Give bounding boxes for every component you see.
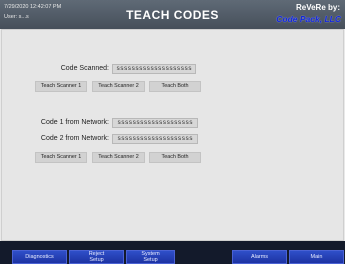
network-teach-scanner-2-button[interactable]: Teach Scanner 2 <box>92 152 145 163</box>
code1-network-field: ssssssssssssssssssss <box>112 118 198 128</box>
brand-logo: Code Pack, LLC <box>276 14 341 24</box>
brand-tagline: ReVeRe by: <box>295 3 340 12</box>
teach-scanner-2-button[interactable]: Teach Scanner 2 <box>92 81 145 92</box>
reject-setup-button[interactable]: Reject Setup <box>69 250 124 264</box>
alarms-button[interactable]: Alarms <box>232 250 287 264</box>
code2-network-field: ssssssssssssssssssss <box>112 134 198 144</box>
footer-nav-bar: Diagnostics Reject Setup System Setup Al… <box>0 241 345 264</box>
teach-both-button[interactable]: Teach Both <box>149 81 201 92</box>
main-panel: Code Scanned: ssssssssssssssssssss Teach… <box>1 29 344 241</box>
teach-scanner-1-button[interactable]: Teach Scanner 1 <box>35 81 87 92</box>
network-teach-scanner-1-button[interactable]: Teach Scanner 1 <box>35 152 87 163</box>
network-teach-both-button[interactable]: Teach Both <box>149 152 201 163</box>
diagnostics-button[interactable]: Diagnostics <box>12 250 67 264</box>
code2-network-label: Code 2 from Network: <box>40 135 109 142</box>
main-button[interactable]: Main <box>289 250 344 264</box>
system-setup-button[interactable]: System Setup <box>126 250 175 264</box>
code1-network-label: Code 1 from Network: <box>40 119 109 126</box>
header-bar: 7/29/2020 12:42:07 PM User: s...s TEACH … <box>0 0 345 29</box>
code-scanned-label: Code Scanned: <box>60 65 109 72</box>
code-scanned-field: ssssssssssssssssssss <box>112 64 196 74</box>
